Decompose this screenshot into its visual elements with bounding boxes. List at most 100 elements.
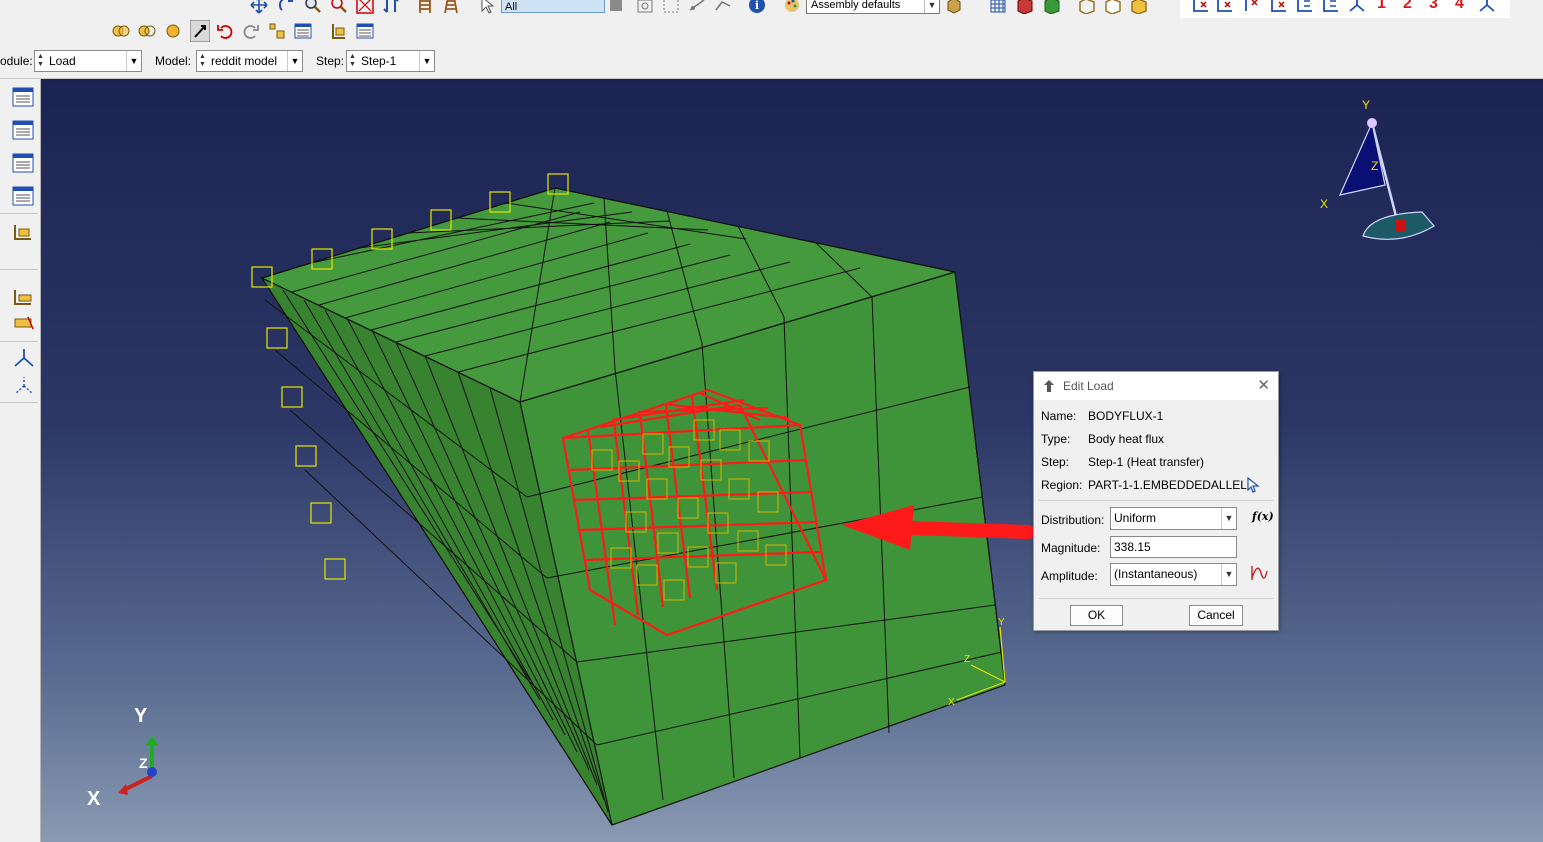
selection-options-icon[interactable]: [607, 0, 625, 14]
type-label: Type:: [1041, 432, 1071, 446]
ladder-icon[interactable]: [416, 0, 434, 14]
bc-marker: [266, 327, 288, 349]
bc-marker: [324, 558, 346, 580]
select-cursor-icon[interactable]: [478, 0, 496, 14]
name-value: BODYFLUX-1: [1088, 409, 1164, 423]
render-style-combo[interactable]: Assembly defaults ▼: [806, 0, 940, 14]
redo-icon[interactable]: [242, 22, 260, 40]
model-label: Model:: [155, 54, 192, 68]
view-number-2[interactable]: 2: [1403, 0, 1412, 13]
view-number-1[interactable]: 1: [1377, 0, 1386, 13]
feature-manager-icon[interactable]: [356, 22, 374, 40]
view-right-icon[interactable]: [1322, 0, 1340, 14]
create-amplitude-icon[interactable]: [12, 287, 36, 307]
magnitude-value: 338.15: [1114, 540, 1151, 554]
compass-y-label: Y: [1362, 98, 1370, 112]
mesh-part[interactable]: [260, 187, 1006, 826]
select-edges-icon[interactable]: [714, 0, 732, 14]
create-feature-icon[interactable]: [330, 22, 348, 40]
bc-marker: [281, 386, 303, 408]
render-style-value: Assembly defaults: [811, 0, 901, 11]
select-region-cursor-icon[interactable]: [1246, 477, 1260, 493]
create-field-icon[interactable]: [12, 222, 36, 242]
create-amplitude-icon[interactable]: [1250, 564, 1270, 582]
predefined-field-manager-icon[interactable]: [12, 153, 34, 173]
table-manager-icon[interactable]: [294, 22, 312, 40]
name-label: Name:: [1041, 409, 1077, 423]
amplitude-value: (Instantaneous): [1114, 567, 1198, 581]
compass-z-label: Z: [1371, 159, 1378, 173]
amplitude-combo[interactable]: (Instantaneous) ▼: [1110, 563, 1237, 586]
model-value: reddit model: [211, 54, 278, 68]
view-triad-icon[interactable]: [1478, 0, 1496, 14]
sphere-icon[interactable]: [164, 22, 182, 40]
pan-icon[interactable]: [250, 0, 268, 14]
boolean-cut-icon[interactable]: [138, 22, 156, 40]
load-case-manager-icon[interactable]: [12, 186, 34, 206]
create-datum-csys-icon[interactable]: [12, 347, 36, 369]
hidden-line-icon[interactable]: [1016, 0, 1034, 14]
load-manager-icon[interactable]: [12, 87, 34, 107]
module-label: odule:: [0, 54, 33, 68]
local-csys-x-label: X: [948, 697, 955, 708]
view-left-icon[interactable]: [1296, 0, 1314, 14]
zoom-icon[interactable]: [304, 0, 322, 14]
ok-button[interactable]: OK: [1070, 605, 1123, 626]
distribution-combo[interactable]: Uniform ▼: [1110, 507, 1237, 530]
select-nodes-icon[interactable]: [688, 0, 706, 14]
main-toolbar: All i Assembly defaults ▼ 1 2 3 4: [0, 0, 1543, 46]
view-back-icon[interactable]: [1216, 0, 1234, 14]
orientation-compass[interactable]: [1338, 118, 1435, 240]
ladder-alt-icon[interactable]: [442, 0, 460, 14]
amplitude-manager-icon[interactable]: [12, 313, 36, 333]
view-triad-z-label: Z: [139, 755, 148, 771]
dialog-title-bar[interactable]: Edit Load ✕: [1034, 372, 1278, 400]
view-bottom-icon[interactable]: [1270, 0, 1288, 14]
view-triad-x-label: X: [87, 788, 101, 810]
color-palette-icon[interactable]: [783, 0, 801, 14]
model-combo[interactable]: ▲ ▼ reddit model ▼: [196, 50, 303, 72]
box-view-icon[interactable]: [1078, 0, 1096, 14]
step-label: Step:: [1041, 455, 1070, 469]
model-canvas[interactable]: Y Z X Y Z X Y Z X: [41, 79, 1543, 842]
module-combo[interactable]: ▲ ▼ Load ▼: [34, 50, 142, 72]
cancel-button[interactable]: Cancel: [1189, 605, 1243, 626]
local-csys-z-label: Z: [964, 654, 970, 665]
box-view-solid-icon[interactable]: [1130, 0, 1148, 14]
boolean-union-icon[interactable]: [112, 22, 130, 40]
toolbox-divider: [0, 341, 38, 342]
type-value: Body heat flux: [1088, 432, 1165, 446]
view-number-3[interactable]: 3: [1429, 0, 1438, 13]
view-number-4[interactable]: 4: [1455, 0, 1464, 13]
box-view-front-icon[interactable]: [1104, 0, 1122, 14]
view-front-icon[interactable]: [1192, 0, 1210, 14]
cycle-views-icon[interactable]: [382, 0, 400, 14]
selection-filter-combo[interactable]: All: [501, 0, 605, 13]
wireframe-render-icon[interactable]: [989, 0, 1007, 14]
bc-marker: [295, 445, 317, 467]
box-zoom-icon[interactable]: [330, 0, 348, 14]
graphics-viewport[interactable]: Y Z X Y Z X Y Z X: [41, 79, 1543, 842]
magnitude-label: Magnitude:: [1041, 541, 1101, 555]
rotate-icon[interactable]: [278, 0, 296, 14]
view-iso-icon[interactable]: [1348, 0, 1366, 14]
abaqus-app-icon: [1044, 380, 1054, 392]
close-icon[interactable]: ✕: [1257, 376, 1270, 394]
assembly-display-icon[interactable]: [945, 0, 963, 14]
datum-icon[interactable]: [268, 22, 286, 40]
context-bar: odule: ▲ ▼ Load ▼ Model: ▲ ▼ reddit model …: [0, 46, 1543, 79]
function-editor-button[interactable]: f(x): [1252, 510, 1274, 523]
shaded-render-icon[interactable]: [1043, 0, 1061, 14]
auto-fit-icon[interactable]: [356, 0, 374, 14]
pick-tool-icon[interactable]: [190, 20, 210, 42]
select-box-icon[interactable]: [662, 0, 680, 14]
compass-x-label: X: [1320, 197, 1328, 211]
query-info-icon[interactable]: i: [748, 0, 766, 14]
datum-csys-manager-icon[interactable]: [12, 375, 36, 397]
view-top-icon[interactable]: [1242, 0, 1260, 14]
undo-icon[interactable]: [216, 22, 234, 40]
magnitude-input[interactable]: 338.15: [1110, 536, 1237, 558]
bc-manager-icon[interactable]: [12, 120, 34, 140]
step-combo[interactable]: ▲ ▼ Step-1 ▼: [346, 50, 435, 72]
select-group-icon[interactable]: [636, 0, 654, 14]
